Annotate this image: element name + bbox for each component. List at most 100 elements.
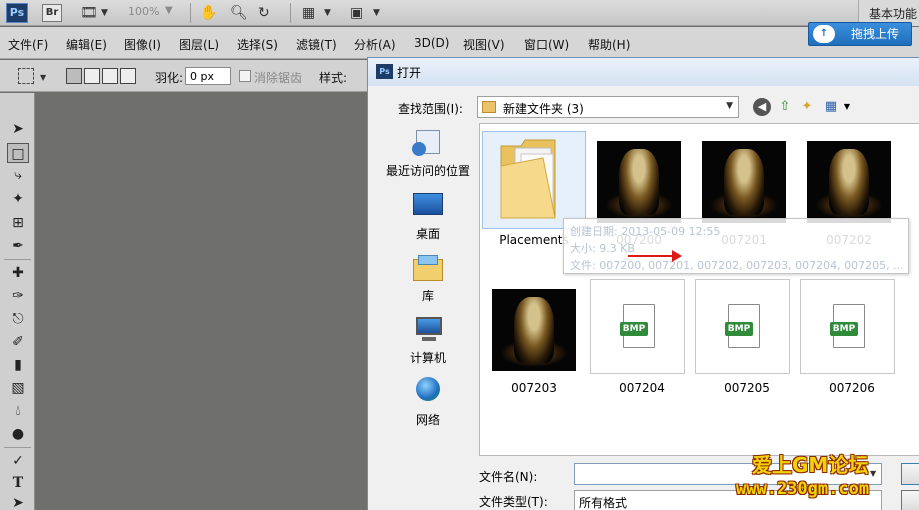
image-thumbnail [797,131,901,229]
crop-tool-icon[interactable]: ⊞ [7,213,29,233]
hand-tool-icon[interactable]: ✋ [200,4,217,22]
filetype-label: 文件类型(T): [479,495,548,509]
cloud-upload-icon: ↑ [813,25,835,43]
image-thumbnail [482,279,586,377]
menu-select[interactable]: 选择(S) [237,36,278,53]
chevron-down-icon[interactable]: ▼ [373,4,380,22]
drag-upload-button[interactable]: ↑ 拖拽上传 [808,22,912,46]
dialog-title: 打开 [397,66,422,80]
cancel-button[interactable] [901,490,919,510]
feather-input[interactable] [185,67,231,85]
computer-icon [412,315,444,345]
file-list[interactable]: Placements 007200 007201 007202 [479,123,919,456]
place-label: 网络 [415,413,440,427]
tooltip-created: 创建日期: 2013-05-09 12:55 [570,225,721,238]
path-selection-icon[interactable]: ➤ [7,493,29,510]
move-tool-icon[interactable]: ➤ [7,119,29,139]
menu-window[interactable]: 窗口(W) [524,36,569,53]
separator [4,447,31,448]
library-icon [412,253,444,283]
place-recent[interactable]: 最近访问的位置 [376,128,480,179]
place-network[interactable]: 网络 [376,377,480,428]
place-label: 库 [421,289,434,303]
eyedropper-icon[interactable]: ✒ [7,236,29,256]
photoshop-logo-small: Ps [376,64,393,79]
chevron-down-icon[interactable]: ▼ [838,98,856,116]
file-item-007206[interactable]: BMP 007206 [800,279,904,395]
menu-filter[interactable]: 滤镜(T) [296,36,337,53]
character-image [702,141,786,223]
marquee-preset-icon[interactable] [18,68,34,84]
file-name: 007206 [829,381,875,395]
tooltip-size: 大小: 9.3 KB [570,242,635,255]
dodge-tool-icon[interactable]: ● [7,424,29,444]
subtract-selection-icon[interactable] [102,68,118,84]
add-to-selection-icon[interactable] [84,68,100,84]
zoom-dropdown-icon[interactable]: ▼ [165,5,173,16]
zoom-tool-icon[interactable]: 🔍︎ [230,4,248,22]
chevron-down-icon: ▼ [726,101,733,111]
place-computer[interactable]: 计算机 [376,315,480,366]
back-icon[interactable]: ◀ [753,98,771,116]
desktop-icon [412,191,444,221]
new-folder-icon[interactable]: ✦ [798,98,816,116]
menu-view[interactable]: 视图(V) [463,36,505,53]
lookin-label: 查找范围(I): [398,102,463,116]
bridge-button[interactable]: Br [42,4,62,22]
film-strip-icon[interactable]: 🎞︎ [80,4,98,22]
filename-label: 文件名(N): [479,470,538,484]
place-label: 桌面 [415,227,440,241]
chevron-down-icon[interactable]: ▼ [324,4,331,22]
antialias-checkbox[interactable] [239,70,251,82]
dialog-titlebar[interactable]: Ps 打开 [368,58,919,86]
marquee-tool-icon[interactable]: □ [7,143,29,163]
healing-brush-icon[interactable]: ✚ [7,263,29,283]
blur-tool-icon[interactable]: 💧︎ [7,401,29,421]
zoom-level[interactable]: 100% [128,5,159,18]
open-button[interactable] [901,463,919,485]
lasso-tool-icon[interactable]: ⤷ [7,165,29,185]
type-tool-icon[interactable]: T [7,473,29,493]
intersect-selection-icon[interactable] [120,68,136,84]
watermark-title: 爱上GM论坛 [752,453,869,477]
lookin-dropdown[interactable]: 新建文件夹 (3) ▼ [477,96,739,118]
menu-image[interactable]: 图像(I) [124,36,161,53]
place-library[interactable]: 库 [376,253,480,304]
bmp-thumbnail: BMP [590,279,694,377]
menu-file[interactable]: 文件(F) [8,36,48,53]
menu-analysis[interactable]: 分析(A) [354,36,396,53]
menu-3d[interactable]: 3D(D) [414,36,449,50]
rotate-view-icon[interactable]: ↻ [258,4,270,22]
file-item-007205[interactable]: BMP 007205 [695,279,799,395]
folder-icon [500,139,556,219]
chevron-down-icon[interactable]: ▼ [40,69,46,87]
image-thumbnail [587,131,691,229]
eraser-tool-icon[interactable]: ▮ [7,355,29,375]
place-label: 最近访问的位置 [385,164,470,178]
bmp-file-icon: BMP [620,304,655,348]
chevron-down-icon[interactable]: ▼ [101,4,108,22]
file-item-007204[interactable]: BMP 007204 [590,279,694,395]
arrange-documents-icon[interactable]: ▦ [302,4,315,22]
clone-stamp-icon[interactable]: ⎋ [7,309,29,329]
tooltip-files: 文件: 007200, 007201, 007202, 007203, 0072… [570,259,902,272]
brush-tool-icon[interactable]: ✑ [7,286,29,306]
menu-edit[interactable]: 编辑(E) [66,36,107,53]
red-arrow-head [672,250,682,262]
network-icon [412,377,444,407]
menu-layer[interactable]: 图层(L) [179,36,219,53]
menu-help[interactable]: 帮助(H) [588,36,630,53]
file-item-007203[interactable]: 007203 [482,279,586,395]
chevron-down-icon[interactable]: ▼ [870,469,876,478]
magic-wand-icon[interactable]: ✦ [7,189,29,209]
gradient-tool-icon[interactable]: ▧ [7,378,29,398]
bmp-file-icon: BMP [725,304,760,348]
new-selection-icon[interactable] [66,68,82,84]
bmp-file-icon: BMP [830,304,865,348]
recent-places-icon [412,128,444,158]
place-desktop[interactable]: 桌面 [376,191,480,242]
pen-tool-icon[interactable]: ✓ [7,451,29,471]
history-brush-icon[interactable]: ✐ [7,332,29,352]
up-folder-icon[interactable]: ⇧ [776,98,794,116]
screen-mode-icon[interactable]: ▣ [350,4,363,22]
